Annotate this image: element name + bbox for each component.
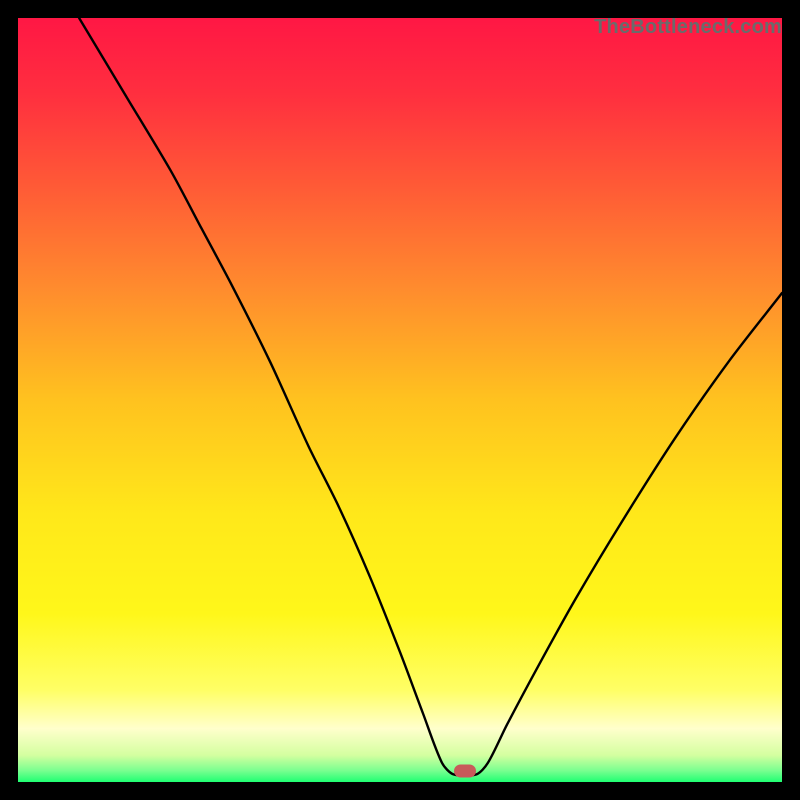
attribution-text: TheBottleneck.com — [594, 16, 782, 39]
chart-root: TheBottleneck.com — [0, 0, 800, 800]
curve-layer — [18, 18, 782, 782]
optimal-marker — [454, 764, 476, 777]
plot-area: TheBottleneck.com — [18, 18, 782, 782]
bottleneck-curve — [79, 18, 782, 776]
